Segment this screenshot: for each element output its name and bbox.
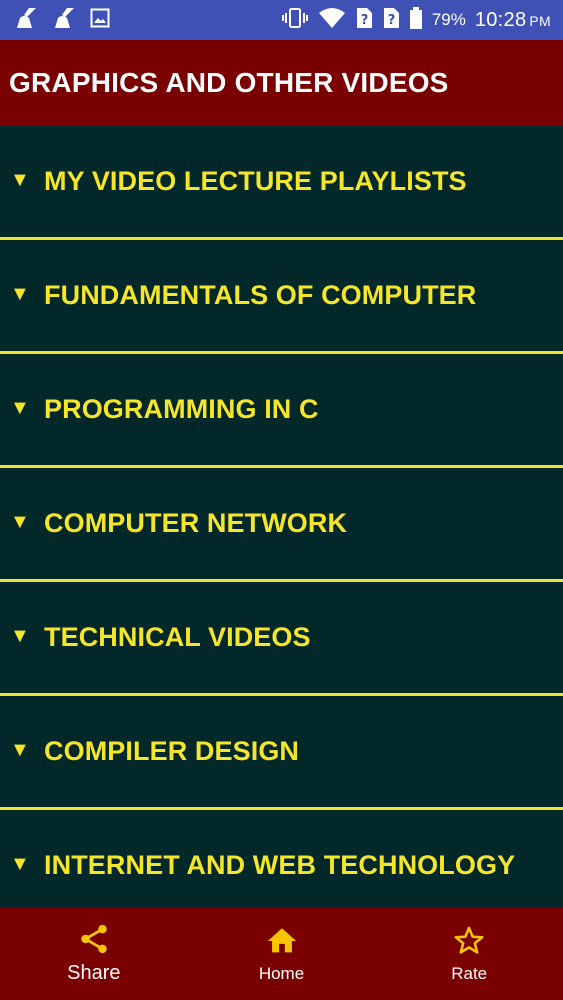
- sim-unknown-icon: ?: [355, 7, 373, 34]
- battery-icon: [409, 6, 423, 34]
- list-item-compiler-design[interactable]: ▼ COMPILER DESIGN: [0, 696, 563, 810]
- list-item-label: FUNDAMENTALS OF COMPUTER: [44, 280, 477, 310]
- notification-icons: [0, 7, 110, 34]
- share-label: Share: [67, 962, 121, 984]
- rate-label: Rate: [451, 963, 488, 983]
- app-bar: GRAPHICS AND OTHER VIDEOS: [0, 40, 563, 126]
- list-item-internet-and-web-technology[interactable]: ▼ INTERNET AND WEB TECHNOLOGY: [0, 810, 563, 907]
- list-item-label: COMPUTER NETWORK: [44, 508, 348, 538]
- expand-arrow-icon: ▼: [10, 169, 30, 191]
- rate-button[interactable]: Rate: [375, 907, 563, 1000]
- battery-percentage: 79%: [431, 10, 466, 29]
- clock-ampm: PM: [529, 12, 551, 29]
- home-label: Home: [258, 963, 305, 983]
- star-icon: [452, 924, 486, 958]
- share-button[interactable]: Share: [0, 907, 188, 1000]
- share-icon: [77, 922, 111, 956]
- list-item-video-lecture-playlists[interactable]: ▼ MY VIDEO LECTURE PLAYLISTS: [0, 126, 563, 240]
- list-item-fundamentals-of-computer[interactable]: ▼ FUNDAMENTALS OF COMPUTER: [0, 240, 563, 354]
- list-item-programming-in-c[interactable]: ▼ PROGRAMMING IN C: [0, 354, 563, 468]
- svg-text:?: ?: [388, 13, 396, 28]
- bottom-navigation: Share Home Rate: [0, 907, 563, 1000]
- list-item-label: COMPILER DESIGN: [44, 736, 300, 766]
- list-item-label: TECHNICAL VIDEOS: [44, 622, 311, 652]
- system-icons: ? ? 79% 10:28 PM: [281, 6, 563, 34]
- cleaner-icon: [14, 7, 38, 34]
- image-icon: [90, 8, 110, 33]
- expand-arrow-icon: ▼: [10, 283, 30, 305]
- expand-arrow-icon: ▼: [10, 739, 30, 761]
- expand-arrow-icon: ▼: [10, 397, 30, 419]
- category-list: ▼ MY VIDEO LECTURE PLAYLISTS ▼ FUNDAMENT…: [0, 126, 563, 907]
- clock: 10:28 PM: [475, 9, 551, 32]
- list-item-label: MY VIDEO LECTURE PLAYLISTS: [44, 166, 467, 196]
- expand-arrow-icon: ▼: [10, 511, 30, 533]
- clock-time: 10:28: [474, 8, 527, 31]
- status-bar: ? ? 79% 10:28 PM: [0, 0, 563, 40]
- cleaner-icon: [52, 7, 76, 34]
- wifi-icon: [318, 7, 346, 34]
- list-item-technical-videos[interactable]: ▼ TECHNICAL VIDEOS: [0, 582, 563, 696]
- home-icon: [265, 924, 299, 958]
- list-item-label: INTERNET AND WEB TECHNOLOGY: [44, 850, 516, 880]
- home-button[interactable]: Home: [188, 907, 376, 1000]
- list-item-computer-network[interactable]: ▼ COMPUTER NETWORK: [0, 468, 563, 582]
- expand-arrow-icon: ▼: [10, 625, 30, 647]
- svg-text:?: ?: [361, 13, 369, 28]
- expand-arrow-icon: ▼: [10, 853, 30, 875]
- sim-unknown-icon: ?: [382, 7, 400, 34]
- vibrate-icon: [281, 7, 309, 34]
- list-item-label: PROGRAMMING IN C: [44, 394, 319, 424]
- page-title: GRAPHICS AND OTHER VIDEOS: [9, 67, 449, 98]
